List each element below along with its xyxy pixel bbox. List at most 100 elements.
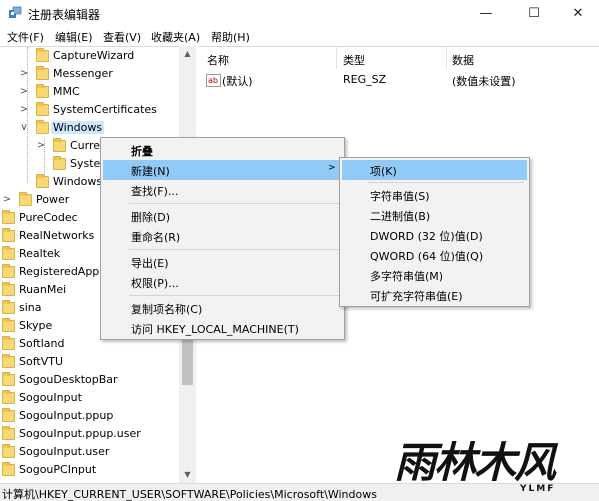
tree-item-label: SogouPCInput [19,463,97,476]
folder-icon [2,444,15,458]
folder-icon [2,372,15,386]
tree-scrollbar-thumb[interactable] [182,335,193,385]
tree-item-capturewizard[interactable]: CaptureWizard [0,48,180,66]
folder-icon [2,390,15,404]
folder-icon [2,210,15,224]
tree-item-softvtu[interactable]: SoftVTU [0,354,180,372]
tree-item-systemcertificates[interactable]: > SystemCertificates [0,102,180,120]
status-path: 计算机\HKEY_CURRENT_USER\SOFTWARE\Policies\… [2,488,377,501]
tree-item-label: RegisteredAppl [19,265,103,278]
folder-icon [36,120,49,134]
folder-icon [36,84,49,98]
menu-separator [129,203,339,204]
menu-item-delete[interactable]: 删除(D) [103,206,342,226]
column-separator[interactable] [446,47,447,69]
column-header-type[interactable]: 类型 [343,52,365,68]
menu-help[interactable]: 帮助(H) [211,29,250,45]
submenu-item-binary-value[interactable]: 二进制值(B) [342,205,527,225]
folder-icon [2,318,15,332]
folder-icon [2,354,15,368]
tree-item-label: Windows [53,175,103,188]
submenu-arrow-icon: > [328,163,336,173]
folder-icon [53,138,66,152]
menu-favorites[interactable]: 收藏夹(A) [151,29,200,45]
folder-icon [2,246,15,260]
submenu-item-key[interactable]: 项(K) [342,160,527,180]
menu-item-label: 访问 HKEY_LOCAL_MACHINE(T) [131,323,299,336]
menu-item-label: 导出(E) [131,257,169,270]
tree-item-sogouinput-ppup-user[interactable]: SogouInput.ppup.user [0,426,180,444]
ylmf-watermark-logo: 雨林木风 YLMF [394,440,598,496]
folder-icon [36,174,49,188]
menu-item-label: 可扩充字符串值(E) [370,290,463,303]
menu-item-new[interactable]: 新建(N) > [103,160,342,180]
value-row[interactable]: ab (默认) REG_SZ (数值未设置) [199,72,599,90]
tree-item-label: SoftVTU [19,355,63,368]
tree-item-sogoudesktopbar[interactable]: SogouDesktopBar [0,372,180,390]
watermark-sub-text: YLMF [520,484,556,494]
tree-item-sogoupcinput[interactable]: SogouPCInput [0,462,180,480]
tree-item-label: SogouInput.ppup [19,409,114,422]
menu-item-copy-key-name[interactable]: 复制项名称(C) [103,298,342,318]
tree-item-sogouinput-user[interactable]: SogouInput.user [0,444,180,462]
column-header-data[interactable]: 数据 [452,52,474,68]
menu-separator [129,249,339,250]
menu-item-export[interactable]: 导出(E) [103,252,342,272]
tree-item-label: sina [19,301,42,314]
submenu-item-dword-value[interactable]: DWORD (32 位)值(D) [342,225,527,245]
string-value-icon: ab [206,74,221,87]
close-button[interactable]: ✕ [556,0,599,27]
tree-item-label: Curre [70,139,101,152]
minimize-button[interactable]: — [464,0,508,27]
submenu-item-qword-value[interactable]: QWORD (64 位)值(Q) [342,245,527,265]
submenu-item-string-value[interactable]: 字符串值(S) [342,185,527,205]
menu-item-permissions[interactable]: 权限(P)... [103,272,342,292]
context-menu: 折叠 新建(N) > 查找(F)... 删除(D) 重命名(R) 导出(E) 权… [100,137,345,340]
scroll-up-arrow-icon[interactable]: ▲ [179,46,196,62]
regedit-icon [9,6,22,18]
folder-icon [19,192,32,206]
menu-item-rename[interactable]: 重命名(R) [103,226,342,246]
column-separator[interactable] [336,47,337,69]
tree-item-label: Skype [19,319,53,332]
folder-icon [2,300,15,314]
menu-item-collapse[interactable]: 折叠 [103,140,342,160]
expand-chevron-icon[interactable]: > [2,194,12,205]
tree-item-sogouinput-ppup[interactable]: SogouInput.ppup [0,408,180,426]
folder-icon [36,66,49,80]
menu-item-label: 权限(P)... [131,277,179,290]
tree-item-label: Realtek [19,247,61,260]
tree-item-label: SystemCertificates [53,103,157,116]
menu-file[interactable]: 文件(F) [7,29,44,45]
expand-chevron-icon[interactable]: > [19,104,29,115]
tree-item-label: RealNetworks [19,229,95,242]
tree-item-messenger[interactable]: > Messenger [0,66,180,84]
submenu-item-multi-string-value[interactable]: 多字符串值(M) [342,265,527,285]
menu-item-goto-hklm[interactable]: 访问 HKEY_LOCAL_MACHINE(T) [103,318,342,338]
menu-item-label: 复制项名称(C) [131,303,203,316]
menu-item-label: 字符串值(S) [370,190,430,203]
expand-chevron-icon[interactable]: > [36,140,46,151]
scroll-down-arrow-icon[interactable]: ▼ [179,467,196,483]
collapse-chevron-icon[interactable]: ∨ [19,122,29,133]
tree-item-sogouinput[interactable]: SogouInput [0,390,180,408]
column-header-name[interactable]: 名称 [207,52,229,68]
tree-item-label: MMC [53,85,80,98]
menu-item-label: 查找(F)... [131,185,179,198]
maximize-button[interactable]: ☐ [512,0,556,27]
tree-item-label: SogouInput.user [19,445,110,458]
submenu-item-expandable-string-value[interactable]: 可扩充字符串值(E) [342,285,527,305]
window-title: 注册表编辑器 [28,8,101,22]
expand-chevron-icon[interactable]: > [19,68,29,79]
expand-chevron-icon[interactable]: > [19,86,29,97]
tree-item-mmc[interactable]: > MMC [0,84,180,102]
menu-edit[interactable]: 编辑(E) [55,29,93,45]
menu-view[interactable]: 查看(V) [103,29,141,45]
tree-item-windows-selected[interactable]: ∨ Windows [0,120,180,138]
tree-item-label: CaptureWizard [53,49,135,62]
menu-item-find[interactable]: 查找(F)... [103,180,342,200]
value-name: (默认) [222,75,253,88]
tree-item-label: Softland [19,337,65,350]
menu-item-label: 项(K) [370,165,397,178]
tree-item-label: Power [36,193,70,206]
